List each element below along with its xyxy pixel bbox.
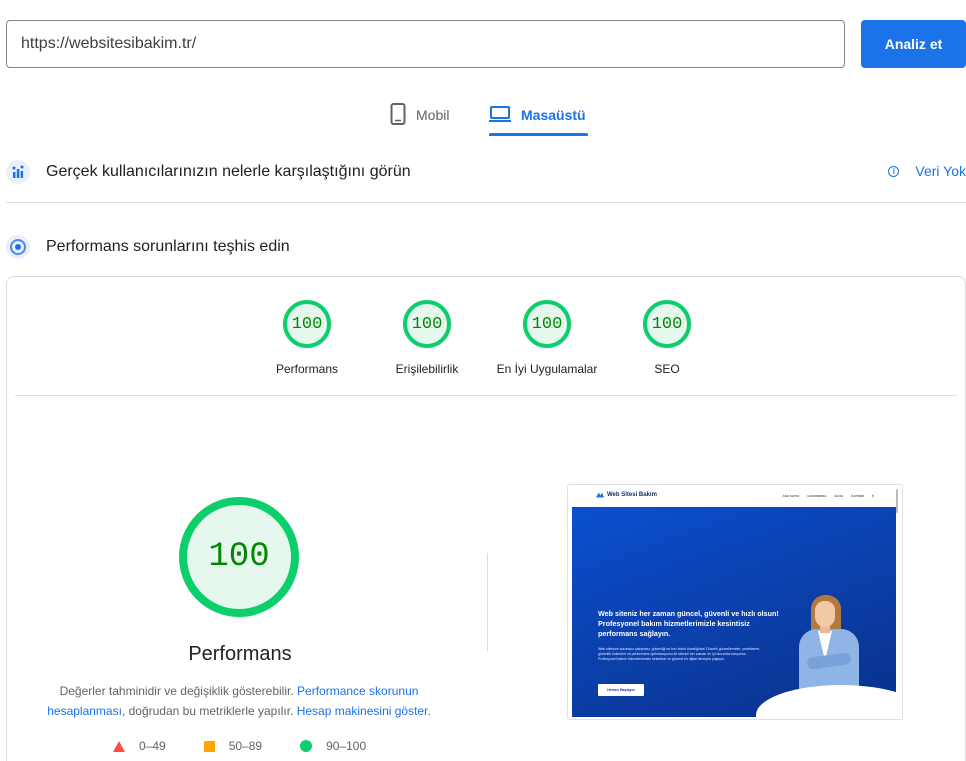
screenshot-menu-item: BLOG [834,494,844,498]
lab-target-icon [6,235,30,259]
screenshot-logo-text: Web Sitesi Bakım [607,492,657,498]
tab-mobile[interactable]: Mobil [390,96,449,134]
tab-mobile-label: Mobil [416,107,450,123]
no-data-link[interactable]: i Veri Yok [888,163,966,179]
score-label: Erişilebilirlik [395,362,459,376]
screenshot-logo: Web Sitesi Bakım [596,492,657,498]
screenshot-hero: Web siteniz her zaman güncel, güvenli ve… [572,507,896,717]
crux-section: Gerçek kullanıcılarınızın nelerle karşıl… [6,157,966,187]
note-text: Değerler tahminidir ve değişiklik göster… [59,684,294,698]
score-note: Değerler tahminidir ve değişiklik göster… [39,681,439,721]
tab-desktop-label: Masaüstü [521,107,586,123]
tab-desktop[interactable]: Masaüstü [489,96,588,136]
note-text: , doğrudan bu metriklerle yapılır. [121,704,294,718]
screenshot-headline: Web siteniz her zaman güncel, güvenli ve… [598,609,779,638]
analyze-button[interactable]: Analiz et [861,20,966,68]
score-legend: 0–49 50–89 90–100 [113,739,404,753]
score-gauge: 100 [523,300,571,348]
url-input[interactable] [6,20,845,68]
vertical-divider [487,553,488,651]
users-chart-icon [6,160,30,184]
score-gauge: 100 [643,300,691,348]
circle-icon [300,740,313,752]
screenshot-menu-item: HAKKIMIZDA [807,494,827,498]
screenshot-menu: ANA SAYFA HAKKIMIZDA BLOG İLETİŞİM ⚲ [775,494,875,498]
screenshot-menu-item: İLETİŞİM [851,494,864,498]
card-divider [15,395,957,396]
performance-title: Performans [188,643,292,665]
diagnose-section: Performans sorunlarını teşhis edin [6,232,966,262]
score-gauge: 100 [283,300,331,348]
no-data-label: Veri Yok [915,163,966,179]
score-seo[interactable]: 100 SEO [602,300,732,376]
score-label: En İyi Uygulamalar [496,362,598,376]
score-best-practices[interactable]: 100 En İyi Uygulamalar [482,300,612,376]
triangle-icon [113,740,125,752]
info-icon: i [888,165,900,177]
diagnose-title: Performans sorunlarını teşhis edin [46,238,290,255]
search-icon: ⚲ [871,494,874,498]
score-performance[interactable]: 100 Performans [242,300,372,376]
device-tabs: Mobil Masaüstü [0,96,966,136]
legend-pass: 90–100 [300,739,366,753]
screenshot-menu-item: ANA SAYFA [782,494,800,498]
report-card: 100 Performans 100 Erişilebilirlik 100 E… [6,276,966,761]
section-divider [6,202,966,203]
screenshot-body: Web sitenizin sorunsuz çalışması, güvenl… [598,647,761,662]
performance-gauge: 100 [179,497,299,617]
screenshot-cta: Hemen Başlayın [598,684,644,696]
legend-range: 0–49 [139,739,166,753]
square-icon [203,740,215,752]
calculator-link[interactable]: Hesap makinesini göster. [297,704,431,718]
category-scores: 100 Performans 100 Erişilebilirlik 100 E… [7,300,965,390]
legend-fail: 0–49 [113,739,166,753]
url-bar: Analiz et [6,20,966,68]
logo-icon [596,492,604,498]
legend-range: 90–100 [326,739,367,753]
screenshot-wave [756,685,896,717]
legend-average: 50–89 [203,739,263,753]
screenshot-nav: Web Sitesi Bakım ANA SAYFA HAKKIMIZDA BL… [568,485,902,513]
score-accessibility[interactable]: 100 Erişilebilirlik [362,300,492,376]
crux-title: Gerçek kullanıcılarınızın nelerle karşıl… [46,163,411,180]
score-label: Performans [275,362,339,376]
smartphone-icon [390,102,406,128]
score-label: SEO [654,362,680,376]
screenshot-scrollbar [896,489,898,513]
score-gauge: 100 [403,300,451,348]
page-screenshot: Web Sitesi Bakım ANA SAYFA HAKKIMIZDA BL… [567,484,903,720]
laptop-icon [489,105,511,125]
legend-range: 50–89 [228,739,263,753]
